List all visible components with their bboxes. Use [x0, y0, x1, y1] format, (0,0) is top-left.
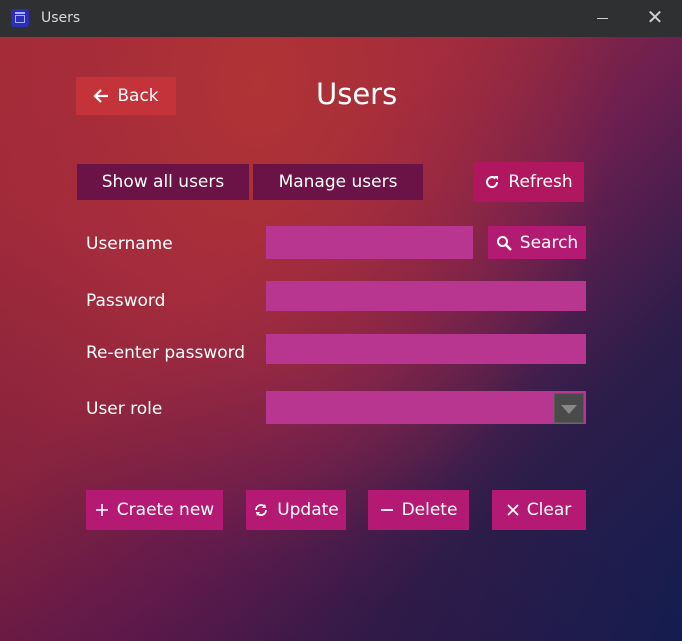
tab-show-all-users[interactable]: Show all users: [77, 164, 249, 200]
chevron-down-icon[interactable]: [554, 393, 584, 423]
refresh-button[interactable]: Refresh: [473, 162, 584, 202]
tab-manage-users[interactable]: Manage users: [253, 164, 423, 200]
users-page: Back Users Show all users Manage users R…: [0, 37, 682, 641]
app-window: Users ✕ Back Users Show all users Manage…: [0, 0, 682, 641]
create-new-button[interactable]: Craete new: [86, 490, 223, 530]
close-icon[interactable]: ✕: [644, 6, 666, 28]
back-label: Back: [117, 86, 159, 106]
minimize-icon[interactable]: [592, 8, 612, 28]
page-title: Users: [316, 77, 398, 111]
refresh-label: Refresh: [508, 172, 573, 192]
username-label: Username: [86, 234, 173, 254]
update-label: Update: [277, 500, 339, 520]
sync-icon: [253, 502, 269, 518]
reenter-password-label: Re-enter password: [86, 343, 246, 363]
x-icon: [507, 504, 519, 516]
user-role-label: User role: [86, 399, 163, 419]
search-icon: [496, 235, 512, 251]
back-button[interactable]: Back: [76, 77, 176, 115]
search-label: Search: [519, 232, 579, 253]
search-button[interactable]: Search: [488, 226, 586, 259]
username-input[interactable]: [266, 226, 473, 259]
create-new-label: Craete new: [116, 500, 215, 520]
delete-button[interactable]: Delete: [368, 490, 469, 530]
password-label: Password: [86, 291, 166, 311]
clear-button[interactable]: Clear: [492, 490, 586, 530]
title-bar: Users ✕: [0, 0, 682, 37]
user-role-select[interactable]: [266, 391, 586, 424]
password-field[interactable]: [266, 281, 586, 311]
minus-icon: [380, 503, 394, 517]
refresh-icon: [484, 174, 500, 190]
reenter-password-field[interactable]: [266, 334, 586, 364]
window-title: Users: [41, 10, 81, 26]
delete-label: Delete: [401, 500, 458, 520]
calendar-icon: [11, 9, 29, 27]
arrow-left-icon: [93, 88, 109, 104]
update-button[interactable]: Update: [246, 490, 346, 530]
plus-icon: [95, 503, 109, 517]
clear-label: Clear: [526, 500, 572, 520]
